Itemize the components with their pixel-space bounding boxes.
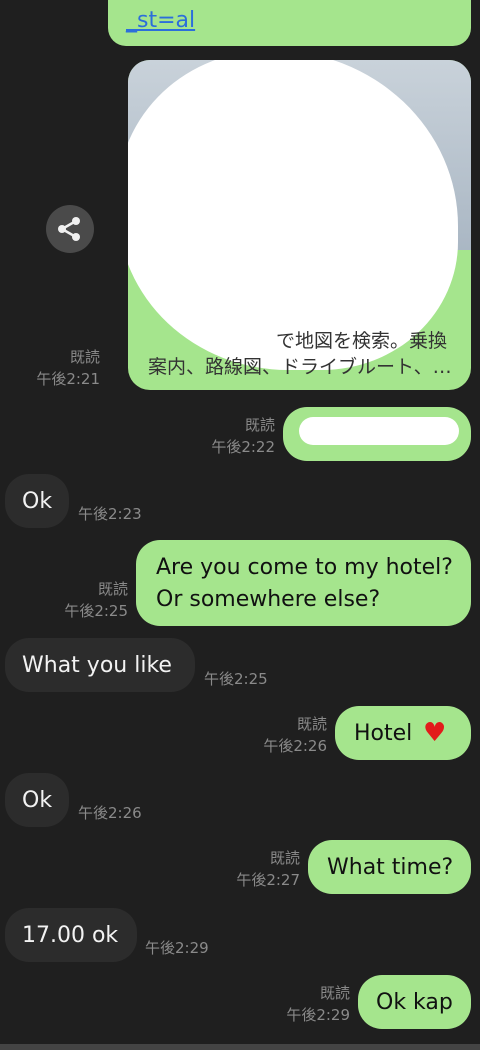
read-receipt: 既読 — [69, 348, 100, 366]
message-bubble-redacted[interactable] — [283, 407, 471, 461]
read-receipt: 既読 — [296, 715, 327, 733]
timestamp: 午後2:29 — [286, 1006, 350, 1024]
message-meta: 既読 午後2:27 — [230, 847, 300, 891]
timestamp: 午後2:27 — [236, 871, 300, 889]
link-text[interactable]: _st=al — [126, 8, 195, 33]
message-text: Ok kap — [376, 990, 453, 1015]
message-bubble[interactable]: Ok — [5, 773, 69, 827]
map-card-line1: で地図を検索。乗換 — [276, 330, 448, 352]
read-receipt: 既読 — [97, 580, 128, 598]
message-bubble[interactable]: Are you come to my hotel? Or somewhere e… — [136, 540, 471, 626]
timestamp: 午後2:23 — [78, 505, 142, 523]
timestamp: 午後2:26 — [78, 804, 142, 822]
message-meta: 既読 午後2:21 — [30, 346, 100, 390]
message-meta: 既読 午後2:29 — [280, 982, 350, 1026]
message-text: What you like — [22, 653, 172, 678]
redaction-scribble — [299, 417, 459, 445]
message-bubble[interactable]: Ok kap — [358, 975, 471, 1029]
read-receipt: 既読 — [244, 416, 275, 434]
map-card-line2: 案内、路線図、ドライブルート、… — [148, 356, 452, 378]
heart-emoji: ♥ — [423, 718, 447, 748]
map-card[interactable]: で地図を検索。乗換 案内、路線図、ドライブルート、… — [128, 60, 471, 390]
message-bubble[interactable]: What time? — [308, 840, 471, 894]
message-text: Ok — [22, 788, 53, 813]
read-receipt: 既読 — [269, 849, 300, 867]
message-meta: 既読 午後2:22 — [205, 414, 275, 458]
bottom-divider — [0, 1044, 480, 1050]
read-receipt: 既読 — [319, 984, 350, 1002]
timestamp: 午後2:26 — [263, 737, 327, 755]
timestamp: 午後2:22 — [211, 438, 275, 456]
link-bubble[interactable]: _st=al — [108, 0, 471, 46]
share-button[interactable] — [46, 205, 94, 253]
message-text: Hotel — [354, 721, 413, 746]
share-icon — [58, 217, 80, 241]
message-text-line1: Are you come to my hotel? — [156, 555, 453, 580]
message-bubble[interactable]: Ok — [5, 474, 69, 528]
message-bubble[interactable]: Hotel ♥ — [335, 706, 471, 760]
message-text-line2: Or somewhere else? — [156, 587, 381, 612]
message-meta: 既読 午後2:26 — [257, 713, 327, 757]
timestamp: 午後2:21 — [36, 370, 100, 388]
message-bubble[interactable]: 17.00 ok — [5, 908, 137, 962]
message-meta: 既読 午後2:25 — [58, 578, 128, 622]
timestamp: 午後2:25 — [64, 602, 128, 620]
message-text: What time? — [327, 855, 454, 880]
timestamp: 午後2:25 — [204, 670, 268, 688]
timestamp: 午後2:29 — [145, 939, 209, 957]
message-text: 17.00 ok — [22, 923, 119, 948]
message-text: Ok — [22, 489, 53, 514]
redaction-scribble — [128, 60, 458, 370]
message-bubble[interactable]: What you like — [5, 638, 195, 692]
